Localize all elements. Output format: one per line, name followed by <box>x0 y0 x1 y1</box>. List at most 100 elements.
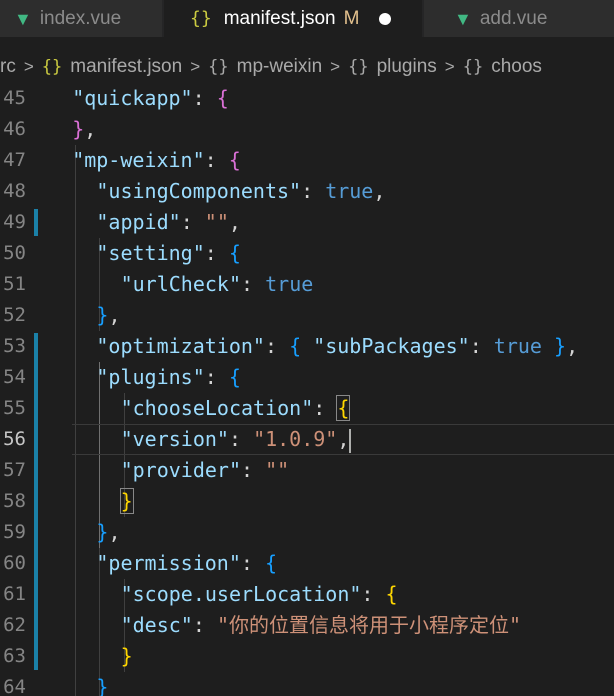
line-number: 63 <box>3 645 26 667</box>
code-token: , <box>373 179 386 203</box>
code-token: : <box>240 551 265 575</box>
code-text: } <box>119 486 134 517</box>
code-text: "urlCheck": true <box>121 269 314 300</box>
code-token: "provider" <box>120 458 242 482</box>
code-line[interactable]: 63} <box>0 641 614 672</box>
code-line[interactable]: 48 "usingComponents": true, <box>0 176 614 207</box>
code-token: : <box>180 210 205 234</box>
line-number: 54 <box>3 366 26 388</box>
tab-bar: ▼ index.vue {} manifest.json M ▼ add.vue <box>0 0 614 37</box>
tab-label: index.vue <box>39 7 122 29</box>
code-token: "你的位置信息将用于小程序定位" <box>216 613 522 637</box>
code-line[interactable]: 47 "mp-weixin": { <box>0 145 614 176</box>
code-text: "setting": { <box>96 238 241 269</box>
unsaved-dot-icon[interactable] <box>379 12 392 25</box>
code-token: true <box>265 272 314 296</box>
line-number: 62 <box>3 614 26 636</box>
line-number: 47 <box>3 149 26 171</box>
object-braces-icon: {} <box>208 57 229 77</box>
code-token: { <box>228 241 241 265</box>
code-token: { <box>264 551 278 575</box>
code-line[interactable]: 46}, <box>0 114 614 145</box>
vue-icon: ▼ <box>454 8 472 29</box>
line-number: 50 <box>3 242 26 264</box>
line-number: 48 <box>3 180 26 202</box>
code-line[interactable]: 45 "quickapp": { <box>0 83 614 114</box>
line-number: 57 <box>3 459 26 481</box>
code-token: "" <box>204 210 229 234</box>
code-token: "subPackages" <box>313 334 470 358</box>
object-braces-icon: {} <box>462 57 484 77</box>
code-token: { <box>289 334 302 358</box>
code-token: "optimization" <box>96 334 265 358</box>
line-number: 49 <box>3 211 26 233</box>
tab-add-vue[interactable]: ▼ add.vue <box>424 0 614 37</box>
code-token: { <box>385 582 398 606</box>
code-token: "urlCheck" <box>120 272 242 296</box>
code-line[interactable]: 58} <box>0 486 614 517</box>
code-token: : <box>204 241 229 265</box>
breadcrumb: rc > {} manifest.json > {} mp-weixin > {… <box>0 52 614 82</box>
code-token: true <box>325 179 374 203</box>
code-line[interactable]: 50 "setting": { <box>0 238 614 269</box>
code-line[interactable]: 61 "scope.userLocation": { <box>0 579 614 610</box>
code-line[interactable]: 49 "appid": "", <box>0 207 614 238</box>
code-token: : <box>192 86 217 110</box>
code-text: "chooseLocation": { <box>120 393 351 424</box>
code-text: "appid": "", <box>96 207 241 238</box>
code-token: "scope.userLocation" <box>120 582 362 606</box>
code-line[interactable]: 52}, <box>0 300 614 331</box>
code-text: "usingComponents": true, <box>96 176 385 207</box>
vue-icon: ▼ <box>14 8 32 29</box>
code-token: "usingComponents" <box>96 179 302 203</box>
code-token: "appid" <box>96 210 181 234</box>
tab-label: manifest.json <box>223 7 336 29</box>
code-line[interactable]: 54 "plugins": { <box>0 362 614 393</box>
breadcrumb-item-src[interactable]: rc <box>0 56 16 78</box>
code-text: "scope.userLocation": { <box>121 579 398 610</box>
code-token: "chooseLocation" <box>120 396 314 420</box>
code-token: "desc" <box>120 613 193 637</box>
code-editor[interactable]: 45 "quickapp": {46}, 47 "mp-weixin": { 48 "us… <box>0 83 614 696</box>
line-number: 52 <box>3 304 26 326</box>
code-token: { <box>228 365 241 389</box>
line-number: 56 <box>3 428 26 450</box>
breadcrumb-item-mp-weixin[interactable]: mp-weixin <box>237 56 323 78</box>
code-line[interactable]: 59}, <box>0 517 614 548</box>
breadcrumb-item-plugins[interactable]: plugins <box>377 56 437 78</box>
code-text: "provider": "" <box>121 455 290 486</box>
code-line[interactable]: 60 "permission": { <box>0 548 614 579</box>
code-line[interactable]: 56 "version": "1.0.9", <box>0 424 614 455</box>
code-token: } <box>120 644 133 668</box>
code-line[interactable]: 55 "chooseLocation": { <box>0 393 614 424</box>
code-token: { <box>336 395 351 421</box>
tab-manifest-json[interactable]: {} manifest.json M <box>164 0 422 37</box>
code-token: "quickapp" <box>72 86 193 110</box>
code-line[interactable]: 57 "provider": "" <box>0 455 614 486</box>
code-token: : <box>241 272 266 296</box>
code-token: } <box>96 303 109 327</box>
code-text: }, <box>72 114 96 145</box>
code-text: "quickapp": { <box>72 83 229 114</box>
json-braces-icon: {} <box>190 8 212 29</box>
code-token: { <box>216 86 229 110</box>
code-token: : <box>192 613 217 637</box>
code-token: "version" <box>120 427 229 451</box>
code-token: , <box>84 117 97 141</box>
json-braces-icon: {} <box>41 57 63 77</box>
code-text: "permission": { <box>96 548 277 579</box>
code-token: , <box>228 210 241 234</box>
code-line[interactable]: 51 "urlCheck": true <box>0 269 614 300</box>
code-line[interactable]: 53 "optimization": { "subPackages": true … <box>0 331 614 362</box>
code-line[interactable]: 62 "desc": "你的位置信息将用于小程序定位" <box>0 610 614 641</box>
line-number: 64 <box>3 676 26 696</box>
code-line[interactable]: 64} <box>0 672 614 696</box>
breadcrumb-item-choose-location[interactable]: choos <box>491 56 542 78</box>
code-text: "plugins": { <box>96 362 241 393</box>
chevron-right-icon: > <box>444 57 455 76</box>
line-number: 55 <box>3 397 26 419</box>
breadcrumb-item-manifest[interactable]: manifest.json <box>70 56 182 78</box>
line-number: 60 <box>3 552 26 574</box>
tab-index-vue[interactable]: ▼ index.vue <box>0 0 162 37</box>
